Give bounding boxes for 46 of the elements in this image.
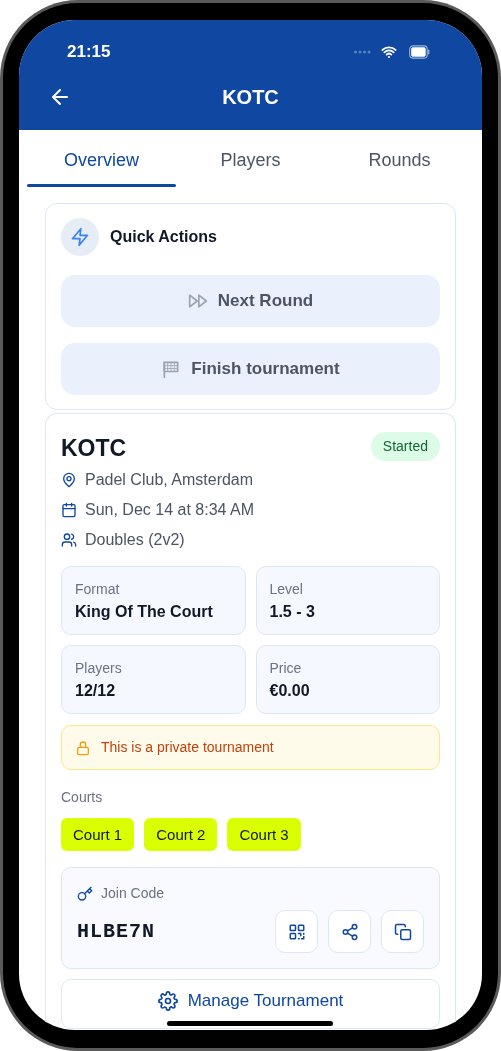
- section-title: Quick Actions: [110, 227, 217, 247]
- wifi-icon: [379, 44, 399, 60]
- join-code: HLBE7N: [77, 918, 155, 945]
- flag-icon: [161, 359, 182, 379]
- fast-forward-icon: [187, 291, 208, 311]
- action-button[interactable]: Finish tournament: [61, 343, 440, 395]
- notice-text: This is a private tournament: [101, 738, 274, 757]
- key-icon: [77, 885, 93, 902]
- qr-code-button[interactable]: [275, 910, 318, 953]
- stat-value: 1.5 - 3: [269, 602, 316, 622]
- stat-label: Format: [75, 581, 121, 598]
- detail-text: Sun, Dec 14 at 8:34 AM: [85, 500, 254, 520]
- share-icon: [340, 922, 359, 941]
- tab[interactable]: Overview: [27, 130, 176, 188]
- tab[interactable]: Rounds: [325, 130, 474, 188]
- action-button[interactable]: Next Round: [61, 275, 440, 327]
- calendar-icon: [61, 501, 77, 518]
- status-badge: Started: [370, 432, 440, 461]
- court-chip: Court 3: [227, 818, 301, 851]
- gear-icon: [157, 991, 178, 1011]
- stat-value: King Of The Court: [75, 602, 214, 622]
- court-chip: Court 1: [61, 818, 135, 851]
- copy-button[interactable]: [381, 910, 424, 953]
- tournament-name: KOTC: [61, 434, 127, 462]
- page-title: KOTC: [222, 85, 279, 110]
- status-time: 21:15: [67, 41, 111, 64]
- court-chip: Court 2: [144, 818, 218, 851]
- stat-value: 12/12: [75, 681, 117, 701]
- share-button[interactable]: [328, 910, 371, 953]
- manage-button[interactable]: Manage Tournament: [61, 979, 440, 1029]
- tab[interactable]: Players: [176, 130, 325, 188]
- join-code-label: Join Code: [101, 884, 165, 903]
- stat-label: Price: [269, 660, 303, 677]
- copy-icon: [393, 922, 412, 941]
- lock-icon: [75, 739, 91, 756]
- lightning-icon: [70, 227, 90, 247]
- users-icon: [61, 531, 77, 548]
- qr-code-icon: [287, 922, 306, 941]
- stat-label: Players: [75, 660, 123, 677]
- courts-label: Courts: [61, 788, 104, 807]
- stat-value: €0.00: [269, 681, 311, 701]
- signal-icon: [353, 49, 373, 55]
- detail-text: Padel Club, Amsterdam: [85, 470, 254, 490]
- pin-icon: [61, 471, 77, 488]
- detail-text: Doubles (2v2): [85, 530, 185, 550]
- stat-label: Level: [269, 581, 304, 598]
